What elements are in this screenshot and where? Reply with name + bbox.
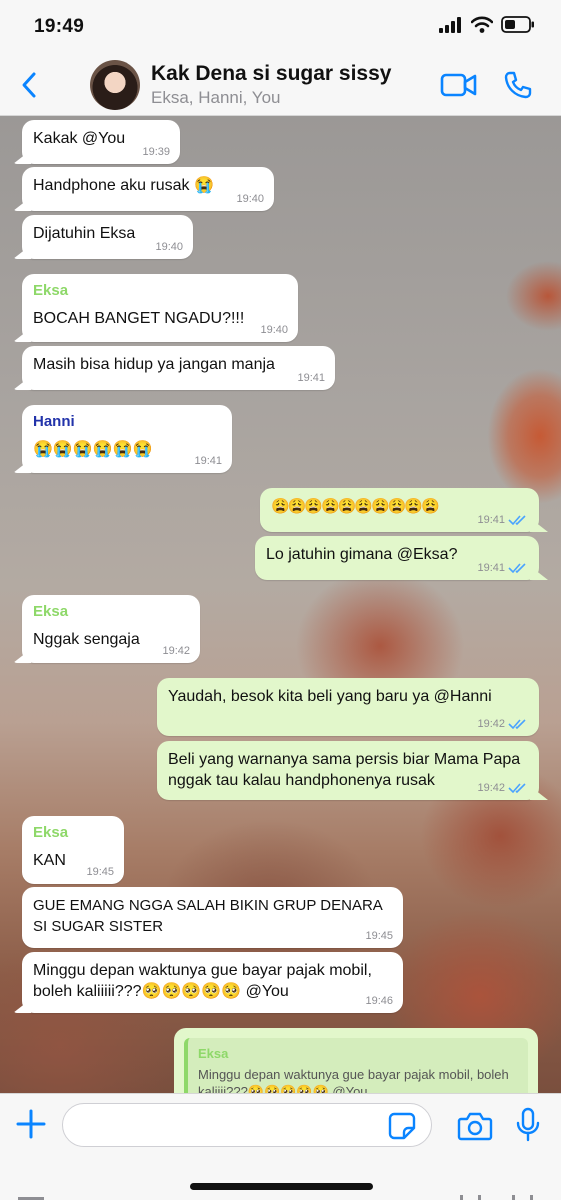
voice-call-button[interactable]: [500, 68, 536, 102]
message-text: Masih bisa hidup ya jangan manja: [33, 356, 275, 373]
message-time: 19:39: [142, 146, 170, 158]
message-time: 19:41: [477, 562, 505, 574]
message-bubble[interactable]: Minggu depan waktunya gue bayar pajak mo…: [22, 952, 403, 1013]
sticker-icon[interactable]: [388, 1112, 416, 1140]
group-avatar[interactable]: [90, 60, 140, 110]
sender-name[interactable]: Hanni: [33, 413, 221, 430]
tab-bar-icons-partial: [18, 1195, 533, 1200]
chevron-left-icon: [22, 72, 36, 98]
message-bubble[interactable]: Masih bisa hidup ya jangan manja 19:41: [22, 346, 335, 390]
wifi-icon: [471, 16, 493, 33]
read-ticks-icon: [508, 563, 526, 574]
message-input[interactable]: [62, 1103, 432, 1147]
battery-icon: [501, 16, 534, 33]
chat-participants[interactable]: Eksa, Hanni, You: [151, 88, 280, 108]
message-bubble[interactable]: GUE EMANG NGGA SALAH BIKIN GRUP DENARA S…: [22, 887, 403, 948]
video-call-button[interactable]: [439, 70, 479, 100]
message-time: 19:45: [86, 866, 114, 878]
message-bubble[interactable]: Eksa KAN 19:45: [22, 816, 124, 884]
sender-name[interactable]: Eksa: [33, 824, 113, 841]
cellular-signal-icon: [439, 16, 461, 33]
message-bubble[interactable]: 😩😩😩😩😩😩😩😩😩😩 19:41: [260, 488, 539, 532]
message-bubble[interactable]: Dijatuhin Eksa 19:40: [22, 215, 193, 259]
attach-plus-icon[interactable]: [15, 1108, 47, 1140]
message-bubble[interactable]: Handphone aku rusak 😭 19:40: [22, 167, 274, 211]
read-ticks-icon: [508, 515, 526, 526]
message-bubble[interactable]: Yaudah, besok kita beli yang baru ya @Ha…: [157, 678, 539, 736]
back-button[interactable]: [14, 68, 44, 102]
message-time: 19:42: [477, 718, 505, 730]
message-text: Yaudah, besok kita beli yang baru ya @Ha…: [168, 688, 492, 705]
message-time: 19:40: [260, 324, 288, 336]
sender-name[interactable]: Eksa: [33, 603, 189, 620]
chat-title[interactable]: Kak Dena si sugar sissy: [151, 62, 391, 86]
message-bubble[interactable]: Eksa BOCAH BANGET NGADU?!!! 19:40: [22, 274, 298, 342]
chat-header: Kak Dena si sugar sissy Eksa, Hanni, You: [0, 56, 561, 116]
camera-icon[interactable]: [457, 1110, 493, 1142]
message-text: Handphone aku rusak 😭: [33, 177, 214, 194]
message-time: 19:41: [297, 372, 325, 384]
message-time: 19:40: [236, 193, 264, 205]
message-bubble[interactable]: Eksa Nggak sengaja 19:42: [22, 595, 200, 663]
message-time: 19:41: [194, 455, 222, 467]
quoted-reply-bubble[interactable]: Eksa Minggu depan waktunya gue bayar paj…: [174, 1028, 538, 1093]
read-ticks-icon: [508, 719, 526, 730]
message-text: BOCAH BANGET NGADU?!!!: [33, 310, 245, 327]
status-time: 19:49: [34, 16, 85, 37]
phone-icon: [504, 71, 532, 99]
quoted-sender: Eksa: [198, 1046, 229, 1061]
message-time: 19:46: [365, 995, 393, 1007]
message-time: 19:42: [477, 782, 505, 794]
message-input-bar: [0, 1093, 561, 1200]
message-time: 19:42: [162, 645, 190, 657]
home-indicator[interactable]: [190, 1183, 373, 1190]
message-time: 19:40: [155, 241, 183, 253]
message-bubble[interactable]: Lo jatuhin gimana @Eksa? 19:41: [255, 536, 539, 580]
status-bar: 19:49: [0, 0, 561, 56]
sender-name[interactable]: Eksa: [33, 282, 287, 299]
message-bubble[interactable]: Beli yang warnanya sama persis biar Mama…: [157, 741, 539, 800]
message-text: Minggu depan waktunya gue bayar pajak mo…: [33, 962, 372, 1000]
message-time: 19:41: [477, 514, 505, 526]
message-text: 😭😭😭😭😭😭: [33, 441, 153, 458]
read-ticks-icon: [508, 783, 526, 794]
message-text: Beli yang warnanya sama persis biar Mama…: [168, 751, 521, 789]
chat-area[interactable]: Kakak @You 19:39 Handphone aku rusak 😭 1…: [0, 116, 561, 1093]
message-time: 19:45: [365, 930, 393, 942]
message-bubble[interactable]: Kakak @You 19:39: [22, 120, 180, 164]
video-camera-icon: [440, 73, 477, 97]
microphone-icon[interactable]: [513, 1107, 543, 1143]
quoted-text: Minggu depan waktunya gue bayar pajak mo…: [198, 1067, 509, 1093]
status-icons: [439, 16, 535, 33]
quoted-message[interactable]: Eksa Minggu depan waktunya gue bayar paj…: [184, 1038, 528, 1093]
message-text: GUE EMANG NGGA SALAH BIKIN GRUP DENARA S…: [33, 897, 383, 935]
message-bubble[interactable]: Hanni 😭😭😭😭😭😭 19:41: [22, 405, 232, 473]
